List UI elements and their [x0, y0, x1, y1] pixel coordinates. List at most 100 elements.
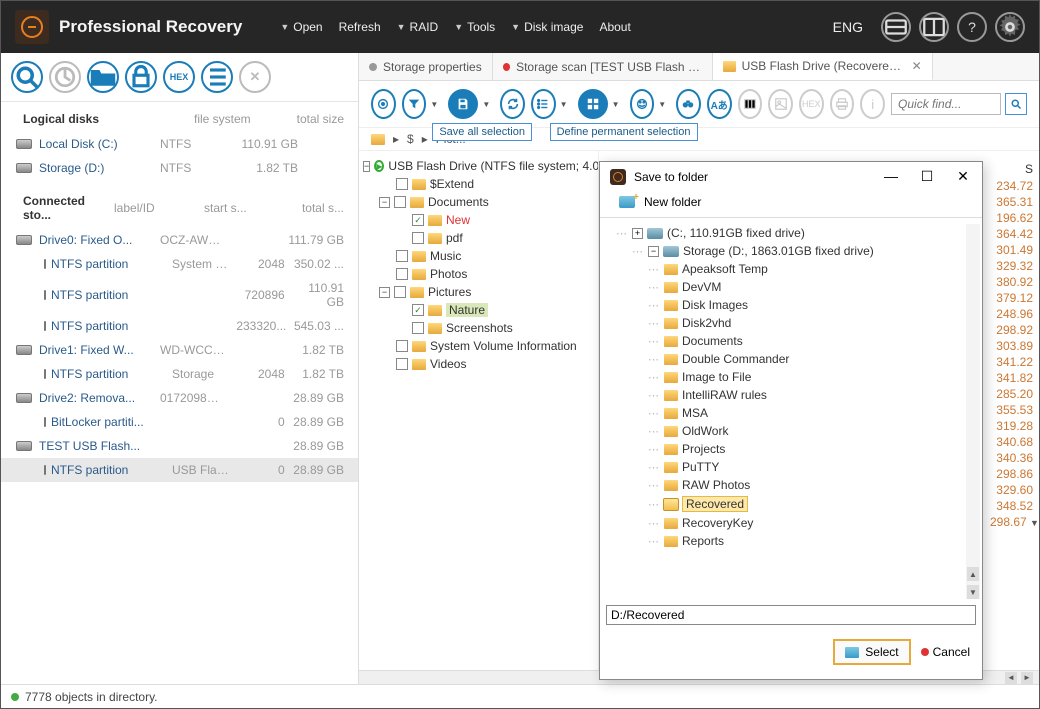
checkbox[interactable] [396, 358, 408, 370]
scan-icon[interactable] [49, 61, 81, 93]
text-case-icon[interactable]: Aあ [707, 89, 732, 119]
dropdown-icon[interactable]: ▼ [612, 100, 620, 109]
cancel-button[interactable]: Cancel [921, 645, 970, 659]
print-icon[interactable] [830, 89, 855, 119]
dialog-folder-row[interactable]: ⋯PuTTY [648, 458, 978, 476]
dialog-folder-row[interactable]: ⋯MSA [648, 404, 978, 422]
dialog-drive-row[interactable]: ⋯−Storage (D:, 1863.01GB fixed drive) [632, 242, 978, 260]
maximize-button[interactable]: ☐ [918, 168, 936, 185]
scroll-left-icon[interactable]: ◄ [1005, 672, 1017, 684]
scroll-up-icon[interactable]: ▲ [967, 567, 979, 581]
view-split-button[interactable] [919, 12, 949, 42]
checkbox[interactable]: ✓ [412, 304, 424, 316]
view-card-button[interactable] [881, 12, 911, 42]
logical-disk-row[interactable]: Storage (D:)NTFS1.82 TB [1, 156, 358, 180]
info-icon[interactable]: i [860, 89, 885, 119]
checkbox[interactable] [412, 322, 424, 334]
new-folder-button[interactable]: New folder [600, 191, 982, 217]
tab[interactable]: USB Flash Drive (Recovered a...✕ [713, 53, 933, 80]
hex-icon[interactable]: HEX [163, 61, 195, 93]
logical-disk-row[interactable]: Local Disk (C:)NTFS110.91 GB [1, 132, 358, 156]
define-selection-button[interactable] [578, 89, 608, 119]
checkbox[interactable] [396, 340, 408, 352]
help-button[interactable]: ? [957, 12, 987, 42]
dialog-folder-row[interactable]: ⋯Recovered [648, 494, 978, 514]
language-button[interactable]: ENG [833, 19, 863, 35]
binoculars-icon[interactable] [676, 89, 701, 119]
target-icon[interactable] [371, 89, 396, 119]
menu-raid[interactable]: ▼RAID [389, 16, 447, 38]
dialog-folder-row[interactable]: ⋯RAW Photos [648, 476, 978, 494]
list-icon[interactable] [201, 61, 233, 93]
select-button[interactable]: Select [833, 639, 910, 665]
tree-item[interactable]: Music [379, 247, 594, 265]
scroll-right-icon[interactable]: ► [1021, 672, 1033, 684]
tab[interactable]: Storage properties [359, 53, 493, 80]
checkbox[interactable] [412, 232, 424, 244]
dialog-scrollbar[interactable]: ▲ ▼ [966, 224, 980, 599]
dialog-folder-row[interactable]: ⋯DevVM [648, 278, 978, 296]
tree-item[interactable]: Screenshots [395, 319, 594, 337]
collapse-icon[interactable]: − [648, 246, 659, 257]
dropdown-icon[interactable]: ▼ [430, 100, 438, 109]
save-button[interactable] [448, 89, 478, 119]
quick-find-input[interactable] [891, 93, 1001, 115]
checkbox[interactable] [394, 286, 406, 298]
menu-open[interactable]: ▼Open [272, 16, 330, 38]
filter-icon[interactable] [402, 89, 427, 119]
tree-item[interactable]: −Documents [379, 193, 594, 211]
partition-row[interactable]: NTFS partitionUSB Flash ...028.89 GB [1, 458, 358, 482]
checkbox[interactable] [394, 196, 406, 208]
checkbox[interactable] [396, 268, 408, 280]
dialog-folder-row[interactable]: ⋯Documents [648, 332, 978, 350]
tree-item[interactable]: $Extend [379, 175, 594, 193]
close-icon[interactable]: ✕ [239, 61, 271, 93]
drive-row[interactable]: Drive1: Fixed W...WD-WCC1...1.82 TB [1, 338, 358, 362]
dialog-folder-row[interactable]: ⋯Disk2vhd [648, 314, 978, 332]
close-button[interactable]: ✕ [954, 168, 972, 185]
tree-item[interactable]: ✓Nature [395, 301, 594, 319]
dialog-folder-row[interactable]: ⋯Image to File [648, 368, 978, 386]
dialog-folder-row[interactable]: ⋯Reports [648, 532, 978, 550]
collapse-icon[interactable]: − [363, 161, 370, 172]
preview-icon[interactable] [768, 89, 793, 119]
partition-row[interactable]: NTFS partition233320...545.03 ... [1, 314, 358, 338]
collapse-icon[interactable]: − [379, 287, 390, 298]
dropdown-icon[interactable]: ▼ [658, 100, 666, 109]
path-input[interactable] [606, 605, 976, 625]
tree-item[interactable]: −Pictures [379, 283, 594, 301]
dialog-folder-row[interactable]: ⋯IntelliRAW rules [648, 386, 978, 404]
checkbox[interactable]: ✓ [412, 214, 424, 226]
dropdown-icon[interactable]: ▼ [482, 100, 490, 109]
minimize-button[interactable]: — [882, 168, 900, 185]
menu-about[interactable]: About [591, 16, 638, 38]
quick-find-button[interactable] [1005, 93, 1027, 115]
partition-row[interactable]: BitLocker partiti...028.89 GB [1, 410, 358, 434]
hex-view-icon[interactable]: HEX [799, 89, 824, 119]
dialog-folder-row[interactable]: ⋯Double Commander [648, 350, 978, 368]
refresh-icon[interactable] [500, 89, 525, 119]
scroll-down-icon[interactable]: ▼ [967, 585, 979, 599]
dialog-drive-row[interactable]: ⋯+(C:, 110.91GB fixed drive) [616, 224, 978, 242]
checkbox[interactable] [396, 178, 408, 190]
tree-item[interactable]: System Volume Information [379, 337, 594, 355]
dropdown-icon[interactable]: ▼ [560, 100, 568, 109]
tab-close-icon[interactable]: ✕ [912, 59, 922, 73]
tree-item[interactable]: pdf [395, 229, 594, 247]
dialog-folder-row[interactable]: ⋯Apeaksoft Temp [648, 260, 978, 278]
dialog-tree[interactable]: ⋯+(C:, 110.91GB fixed drive)⋯−Storage (D… [600, 217, 982, 605]
lock-icon[interactable] [125, 61, 157, 93]
checklist-icon[interactable] [531, 89, 556, 119]
dialog-folder-row[interactable]: ⋯OldWork [648, 422, 978, 440]
settings-button[interactable] [995, 12, 1025, 42]
tree-item[interactable]: Photos [379, 265, 594, 283]
tab[interactable]: Storage scan [TEST USB Flash Driv... [493, 53, 713, 80]
menu-disk image[interactable]: ▼Disk image [503, 16, 591, 38]
search-icon[interactable] [11, 61, 43, 93]
drive-row[interactable]: TEST USB Flash...28.89 GB [1, 434, 358, 458]
menu-tools[interactable]: ▼Tools [446, 16, 503, 38]
columns-icon[interactable] [738, 89, 763, 119]
partition-row[interactable]: NTFS partitionStorage20481.82 TB [1, 362, 358, 386]
partition-row[interactable]: NTFS partitionSystem Re...2048350.02 ... [1, 252, 358, 276]
expand-icon[interactable]: + [632, 228, 643, 239]
